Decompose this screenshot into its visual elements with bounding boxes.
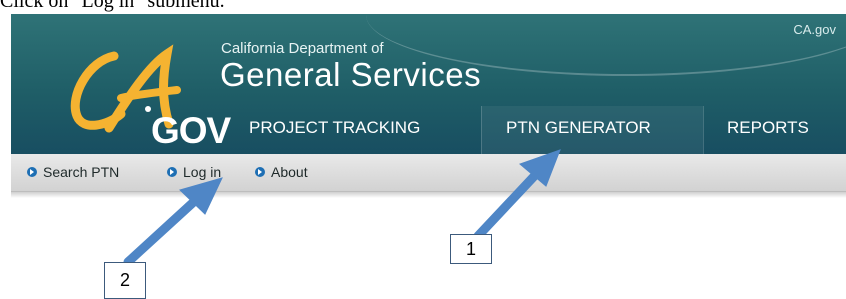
annotation-arrows [123,149,561,267]
arrow-2-shaft [123,193,203,267]
callout-1: 1 [450,234,492,264]
callout-2: 2 [104,262,146,299]
arrow-1-shaft [473,165,545,241]
